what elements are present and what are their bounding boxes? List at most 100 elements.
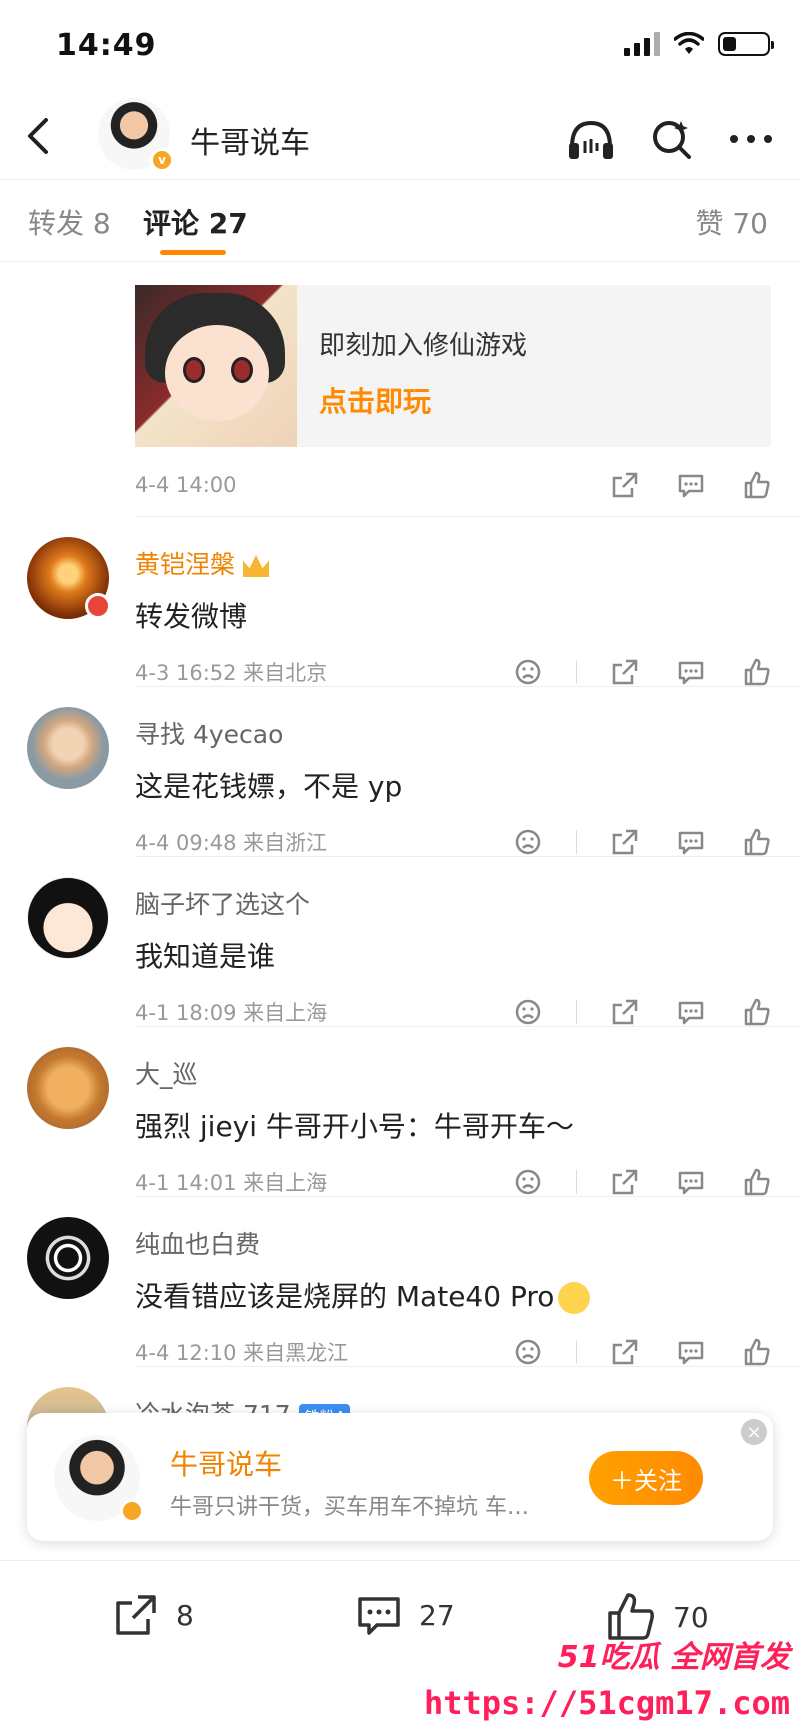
divider [135, 1026, 800, 1027]
ad-time: 4-4 14:00 [135, 473, 237, 497]
comment-icon [358, 1597, 400, 1635]
watermark-title: 51吃瓜 全网首发 [557, 1640, 790, 1675]
comment-time-location: 4-1 14:01 来自上海 [135, 1171, 328, 1195]
dislike-icon[interactable] [510, 824, 546, 860]
page-title[interactable]: 牛哥说车 [190, 118, 310, 162]
comment-icon[interactable] [673, 467, 709, 503]
watermark-url: https://51cgm17.com [423, 1684, 790, 1722]
comment-icon[interactable] [673, 1334, 709, 1370]
verified-badge [120, 1499, 144, 1523]
comment-time-location: 4-4 09:48 来自浙江 [135, 831, 328, 855]
tab-comments[interactable]: 评论 27 [143, 202, 248, 242]
watermark: 51吃瓜 全网首发 https://51cgm17.com [424, 1632, 790, 1727]
separator [576, 1000, 577, 1024]
share-icon[interactable] [607, 824, 643, 860]
user-badge-icon [85, 593, 111, 619]
share-icon[interactable] [607, 1334, 643, 1370]
suggested-account-avatar[interactable] [54, 1435, 144, 1523]
commenter-name[interactable]: 黄铠涅槃 [135, 545, 270, 581]
separator [576, 660, 577, 684]
comment-icon[interactable] [673, 994, 709, 1030]
comment-time-location: 4-1 18:09 来自上海 [135, 1001, 328, 1025]
tab-repost[interactable]: 转发 8 [28, 202, 111, 242]
comment-count: 27 [419, 1598, 455, 1632]
separator [576, 1170, 577, 1194]
wifi-icon [674, 32, 704, 54]
commenter-avatar[interactable] [27, 1217, 109, 1299]
nav-bar: v 牛哥说车 [0, 96, 800, 180]
share-icon[interactable] [607, 467, 643, 503]
share-icon[interactable] [607, 994, 643, 1030]
comment-button[interactable]: 27 [355, 1591, 455, 1639]
like-icon[interactable] [739, 824, 775, 860]
like-count: 70 [673, 1600, 709, 1634]
cellular-signal-icon [624, 32, 660, 56]
comment-item: 黄铠涅槃 转发微博 4-3 16:52 来自北京 [0, 537, 800, 707]
follow-button[interactable]: ＋关注 [589, 1451, 703, 1505]
share-icon[interactable] [607, 654, 643, 690]
comment-icon[interactable] [673, 1164, 709, 1200]
comment-icon[interactable] [673, 654, 709, 690]
ad-cta[interactable]: 点击即玩 [319, 380, 527, 420]
crown-icon [243, 555, 270, 577]
tab-bar: 转发 8 评论 27 赞 70 [0, 180, 800, 262]
like-icon[interactable] [739, 467, 775, 503]
comment-text: 没看错应该是烧屏的 Mate40 Pro [135, 1275, 591, 1315]
suggested-account-name[interactable]: 牛哥说车 [170, 1443, 282, 1483]
commenter-avatar[interactable] [27, 1047, 109, 1129]
like-icon[interactable] [739, 1164, 775, 1200]
nav-actions [566, 114, 776, 164]
search-icon[interactable] [646, 114, 696, 164]
comment-time-location: 4-4 12:10 来自黑龙江 [135, 1341, 349, 1365]
separator [576, 830, 577, 854]
headphones-icon[interactable] [566, 114, 616, 164]
weibo-comments-page: 14:49 v 牛哥说车 转发 8 评论 27 赞 70 即刻加入修仙游戏 点击… [0, 0, 800, 1731]
commenter-name[interactable]: 大_巡 [135, 1055, 198, 1091]
more-icon[interactable] [726, 114, 776, 164]
dislike-icon[interactable] [510, 1164, 546, 1200]
commenter-name[interactable]: 寻找 4yecao [135, 715, 283, 751]
follow-suggestion-card[interactable]: × 牛哥说车 牛哥只讲干货，买车用车不掉坑 车… ＋关注 [27, 1413, 773, 1541]
close-icon[interactable]: × [741, 1419, 767, 1445]
dislike-icon[interactable] [510, 1334, 546, 1370]
share-icon[interactable] [607, 1164, 643, 1200]
status-bar: 14:49 [0, 0, 800, 96]
comment-text: 转发微博 [135, 600, 248, 633]
status-time: 14:49 [56, 28, 157, 63]
commenter-avatar[interactable] [27, 877, 109, 959]
comment-item: 纯血也白费 没看错应该是烧屏的 Mate40 Pro 4-4 12:10 来自黑… [0, 1217, 800, 1387]
like-icon[interactable] [739, 1334, 775, 1370]
status-icons [624, 32, 774, 56]
ad-meta-row: 4-4 14:00 [135, 465, 775, 505]
author-avatar[interactable]: v [98, 98, 174, 172]
thinking-emoji-icon [558, 1282, 591, 1314]
tab-likes[interactable]: 赞 70 [695, 202, 768, 242]
comment-item: 寻找 4yecao 这是花钱嫖，不是 yp 4-4 09:48 来自浙江 [0, 707, 800, 877]
divider [135, 856, 800, 857]
active-tab-indicator [160, 250, 226, 255]
battery-icon [718, 32, 774, 56]
suggested-account-desc: 牛哥只讲干货，买车用车不掉坑 车… [170, 1495, 529, 1520]
divider [135, 516, 800, 517]
back-arrow-icon[interactable] [18, 114, 62, 158]
comment-item: 大_巡 强烈 jieyi 牛哥开小号：牛哥开车～ 4-1 14:01 来自上海 [0, 1047, 800, 1217]
dislike-icon[interactable] [510, 654, 546, 690]
comment-time-location: 4-3 16:52 来自北京 [135, 661, 328, 685]
repost-button[interactable]: 8 [112, 1591, 194, 1639]
divider [135, 686, 800, 687]
comment-item: 脑子坏了选这个 我知道是谁 4-1 18:09 来自上海 [0, 877, 800, 1047]
comment-text: 强烈 jieyi 牛哥开小号：牛哥开车～ [135, 1110, 574, 1143]
ad-image [135, 285, 297, 447]
like-icon[interactable] [739, 994, 775, 1030]
game-ad-card[interactable]: 即刻加入修仙游戏 点击即玩 [135, 285, 771, 447]
commenter-name[interactable]: 脑子坏了选这个 [135, 885, 310, 921]
commenter-avatar[interactable] [27, 707, 109, 789]
like-icon[interactable] [739, 654, 775, 690]
commenter-name[interactable]: 纯血也白费 [135, 1225, 260, 1261]
divider [135, 1366, 800, 1367]
repost-count: 8 [176, 1598, 194, 1632]
separator [576, 1340, 577, 1364]
divider [135, 1196, 800, 1197]
dislike-icon[interactable] [510, 994, 546, 1030]
comment-icon[interactable] [673, 824, 709, 860]
